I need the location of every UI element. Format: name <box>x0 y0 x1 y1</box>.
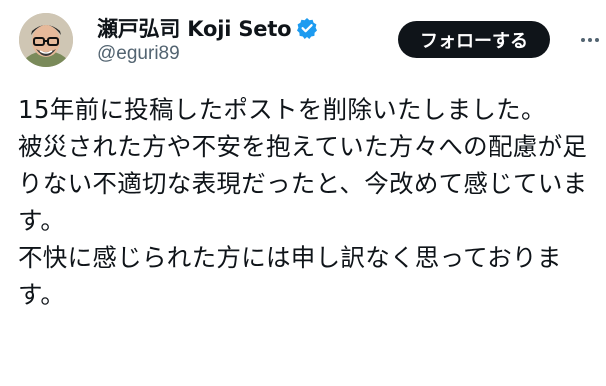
more-horizontal-icon[interactable] <box>578 28 602 52</box>
author-display-name[interactable]: 瀬戸弘司 Koji Seto <box>97 13 292 43</box>
verified-badge-icon <box>296 17 318 39</box>
author-info: 瀬戸弘司 Koji Seto @eguri89 <box>97 14 318 65</box>
avatar[interactable] <box>19 13 73 67</box>
tweet-text: 15年前に投稿したポストを削除いたしました。 被災された方や不安を抱えていた方々… <box>18 91 588 313</box>
avatar-image <box>19 13 73 67</box>
author-handle[interactable]: @eguri89 <box>97 43 318 65</box>
author-name-row: 瀬戸弘司 Koji Seto <box>97 14 318 42</box>
tweet-card: 瀬戸弘司 Koji Seto @eguri89 フォローする 15年前に投稿した… <box>0 0 606 386</box>
tweet-paragraph: 被災された方や不安を抱えていた方々への配慮が足りない不適切な表現だったと、今改め… <box>18 132 588 235</box>
follow-button[interactable]: フォローする <box>398 21 550 58</box>
tweet-paragraph: 不快に感じられた方には申し訳なく思っております。 <box>18 243 562 309</box>
tweet-paragraph: 15年前に投稿したポストを削除いたしました。 <box>18 95 546 124</box>
